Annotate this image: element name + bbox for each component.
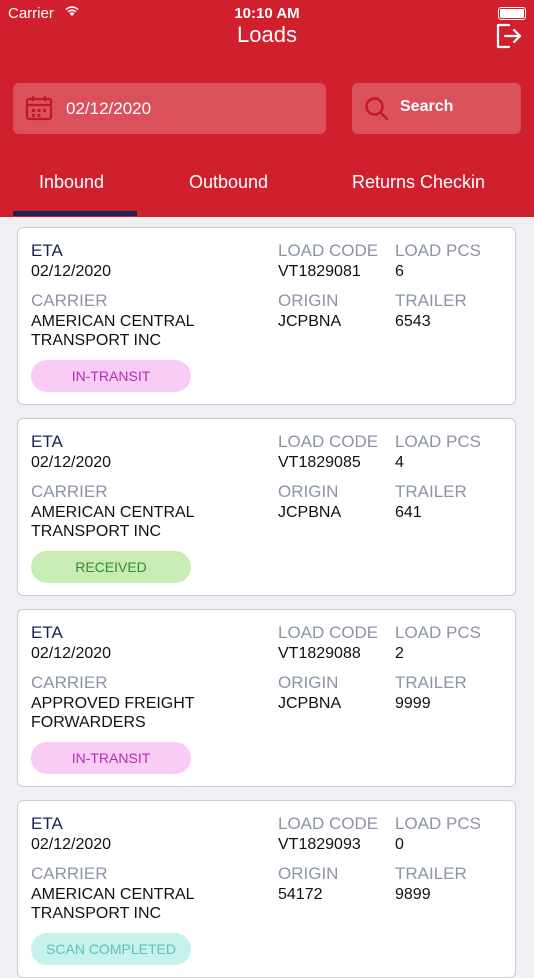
load-pcs-label: LOAD PCS [395,814,481,833]
origin-label: ORIGIN [278,291,339,310]
status-badge: IN-TRANSIT [31,360,191,392]
load-code-label: LOAD CODE [278,814,379,833]
load-pcs-value: 4 [395,454,404,471]
search-button[interactable]: Search [352,83,521,134]
load-code-label: LOAD CODE [278,623,379,642]
origin-value: JCPBNA [278,695,342,712]
tab-outbound[interactable]: Outbound [189,172,268,193]
clock: 10:10 AM [234,5,300,22]
origin-value: 54172 [278,886,323,903]
carrier-name-line1: AMERICAN CENTRAL [31,504,195,521]
search-label: Search [400,98,454,115]
origin-label: ORIGIN [278,864,339,883]
load-pcs-value: 0 [395,836,404,853]
date-picker[interactable]: 02/12/2020 [13,83,326,134]
eta-label: ETA [31,623,63,642]
load-code-value: VT1829085 [278,454,361,471]
trailer-label: TRAILER [395,291,467,310]
carrier-name-line1: APPROVED FREIGHT [31,695,195,712]
carrier-name-line2: TRANSPORT INC [31,332,162,349]
trailer-value: 6543 [395,313,431,330]
load-pcs-value: 6 [395,263,404,280]
eta-value: 02/12/2020 [31,836,112,853]
page-title: Loads [237,22,297,47]
eta-label: ETA [31,814,63,833]
date-value: 02/12/2020 [66,99,152,118]
load-pcs-label: LOAD PCS [395,241,481,260]
status-badge: RECEIVED [31,551,191,583]
load-code-value: VT1829088 [278,645,361,662]
search-icon [364,96,390,127]
carrier-label: CARRIER [31,864,108,883]
load-pcs-label: LOAD PCS [395,623,481,642]
load-code-label: LOAD CODE [278,432,379,451]
eta-label: ETA [31,432,63,451]
origin-value: JCPBNA [278,313,342,330]
eta-label: ETA [31,241,63,260]
trailer-label: TRAILER [395,864,467,883]
trailer-value: 641 [395,504,422,521]
origin-label: ORIGIN [278,673,339,692]
carrier-name-line1: AMERICAN CENTRAL [31,886,195,903]
load-pcs-label: LOAD PCS [395,432,481,451]
eta-value: 02/12/2020 [31,263,112,280]
trailer-value: 9999 [395,695,431,712]
trailer-label: TRAILER [395,482,467,501]
origin-label: ORIGIN [278,482,339,501]
header-bar: Carrier 10:10 AM Loads 02/12/2020 Search… [0,0,534,217]
calendar-icon [25,95,53,126]
status-badge: IN-TRANSIT [31,742,191,774]
eta-value: 02/12/2020 [31,645,112,662]
logout-icon[interactable] [494,22,522,50]
load-card[interactable]: ETA 02/12/2020 LOAD CODE VT1829088 LOAD … [17,609,516,787]
load-code-value: VT1829093 [278,836,361,853]
load-card[interactable]: ETA 02/12/2020 LOAD CODE VT1829093 LOAD … [17,800,516,978]
load-pcs-value: 2 [395,645,404,662]
trailer-label: TRAILER [395,673,467,692]
tab-returns-checkin[interactable]: Returns Checkin [352,172,485,193]
tab-inbound[interactable]: Inbound [39,172,104,193]
load-code-value: VT1829081 [278,263,361,280]
carrier-name-line2: TRANSPORT INC [31,905,162,922]
eta-value: 02/12/2020 [31,454,112,471]
carrier-name-line1: AMERICAN CENTRAL [31,313,195,330]
load-card[interactable]: ETA 02/12/2020 LOAD CODE VT1829085 LOAD … [17,418,516,596]
origin-value: JCPBNA [278,504,342,521]
carrier-label: CARRIER [31,673,108,692]
carrier-name-line2: FORWARDERS [31,714,146,731]
active-tab-indicator [13,211,137,216]
load-card[interactable]: ETA 02/12/2020 LOAD CODE VT1829081 LOAD … [17,227,516,405]
battery-icon [498,7,526,20]
carrier-label: CARRIER [31,291,108,310]
trailer-value: 9899 [395,886,431,903]
carrier-name-line2: TRANSPORT INC [31,523,162,540]
status-badge: SCAN COMPLETED [31,933,191,965]
load-code-label: LOAD CODE [278,241,379,260]
carrier-label: CARRIER [31,482,108,501]
